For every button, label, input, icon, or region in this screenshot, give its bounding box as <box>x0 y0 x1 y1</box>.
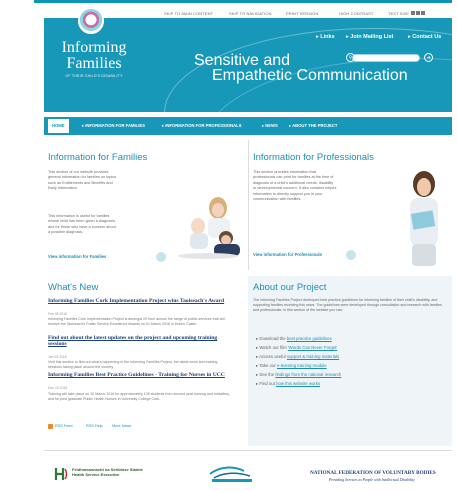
search-input[interactable] <box>352 54 420 62</box>
text-size-large-icon[interactable] <box>421 11 426 15</box>
professionals-text: This section provides information that p… <box>253 170 337 202</box>
logo-title[interactable]: Informing Families <box>50 40 138 72</box>
view-professionals-link[interactable]: View information for Professionals <box>253 252 322 257</box>
about-bullet-1: ▸ Download the best practice guidelines <box>256 336 332 341</box>
contact-us-label: Contact Us <box>412 34 442 40</box>
join-mailing-list-label: Join Mailing List <box>350 34 394 40</box>
about-bullet-3: ▸ Access useful support & training mater… <box>256 354 340 359</box>
families-title: Information for Families <box>48 152 148 163</box>
film-link[interactable]: 'Words Can Never Forget' <box>288 345 337 350</box>
about-bullet-6: ▸ Find out how this website works <box>256 381 321 386</box>
nfvb-logo-title[interactable]: NATIONAL FEDERATION OF VOLUNTARY BODIES <box>310 470 436 476</box>
nav-information-for-professionals[interactable]: ▸ INFORMATION FOR PROFESSIONALS <box>162 117 242 135</box>
nav-label: INFORMATION FOR PROFESSIONALS <box>165 123 242 128</box>
about-bullet-4: ▸ Take our e-learning training module <box>256 363 327 368</box>
hse-logo-icon[interactable] <box>54 466 68 482</box>
professional-photo <box>410 171 438 266</box>
main-nav: HOME ▸ INFORMATION FOR FAMILIES ▸ INFORM… <box>44 117 452 135</box>
hse-line2: Health Service Executive <box>72 472 120 477</box>
nav-label: ABOUT THE PROJECT <box>292 123 338 128</box>
hse-logo-text: Feidhmeannacht na Seirbhíse Sláinte Heal… <box>72 467 143 477</box>
arrow-circle-icon[interactable] <box>156 252 166 262</box>
professionals-title: Information for Professionals <box>253 152 374 163</box>
search-go-button[interactable]: ➜ <box>424 53 433 62</box>
search-icon[interactable]: ⚲ <box>346 53 355 62</box>
bullet-text: Watch our film <box>259 345 288 350</box>
research-findings-link[interactable]: findings from the national research <box>275 372 341 377</box>
print-version-link[interactable]: PRINT VERSION <box>286 11 318 16</box>
links-label: Links <box>320 34 335 40</box>
text-size-control[interactable]: TEXT SIZE <box>388 11 426 16</box>
families-text-1: This section of our website provides gen… <box>48 170 117 191</box>
page: SKIP TO MAIN CONTENT SKIP TO NAVIGATION … <box>34 0 452 491</box>
skip-to-navigation-link[interactable]: SKIP TO NAVIGATION <box>229 11 272 16</box>
logo-tagline: OF THEIR CHILD'S DISABILITY <box>65 74 123 78</box>
news-date-1: Feb 08 2016 <box>48 312 68 316</box>
bullet-text: Take our <box>259 363 277 368</box>
about-bullet-2: ▸ Watch our film 'Words Can Never Forget… <box>256 345 338 350</box>
families-text-2: This information is useful for families … <box>48 214 116 235</box>
text-size-label: TEXT SIZE <box>388 11 410 16</box>
bullet-text: See the <box>259 372 276 377</box>
skip-to-content-link[interactable]: SKIP TO MAIN CONTENT <box>164 11 213 16</box>
whats-new-title: What's New <box>48 282 99 293</box>
news-body-1: Informing Families Cork Implementation P… <box>48 317 225 326</box>
news-body-3: Training will take place on 10 March 201… <box>48 392 230 401</box>
news-date-3: Dec 10 2015 <box>48 386 68 390</box>
nav-label: NEWS <box>265 123 278 128</box>
high-contrast-link[interactable]: HIGH CONTRAST <box>339 11 373 16</box>
about-bullet-5: ▸ See the findings from the national res… <box>256 372 342 377</box>
bullet-text: Find out <box>259 381 277 386</box>
nav-news[interactable]: ▸ NEWS <box>262 117 278 135</box>
rss-feed-link[interactable]: RSS Feed <box>55 424 73 428</box>
news-headline-1[interactable]: Informing Families Cork Implementation P… <box>48 298 228 304</box>
text-size-small-icon[interactable] <box>411 11 416 15</box>
nav-about-the-project[interactable]: ▸ ABOUT THE PROJECT <box>289 117 338 135</box>
bullet-text: Access useful <box>259 354 287 359</box>
text-size-medium-icon[interactable] <box>416 11 421 15</box>
news-headline-2[interactable]: Find out about the latest updates on the… <box>48 335 230 348</box>
bullet-text: Download the <box>259 336 287 341</box>
contact-us-link[interactable]: ▸ Contact Us <box>408 34 441 40</box>
family-photo <box>174 188 242 260</box>
view-families-link[interactable]: View information for Families <box>48 254 106 259</box>
news-body-2: Visit this section to find out what's ha… <box>48 360 218 369</box>
about-title: About our Project <box>253 282 327 293</box>
news-headline-3[interactable]: Informing Families Best Practice Guideli… <box>48 372 230 378</box>
logo-icon[interactable] <box>78 8 104 34</box>
how-website-works-link[interactable]: how this website works <box>276 381 320 386</box>
logo-title-line1: Informing <box>61 39 127 56</box>
nav-home[interactable]: HOME <box>46 117 71 135</box>
nav-label: INFORMATION FOR FAMILIES <box>85 123 145 128</box>
nav-information-for-families[interactable]: ▸ INFORMATION FOR FAMILIES <box>82 117 145 135</box>
rss-icon[interactable] <box>48 424 53 429</box>
slogan-line2: Empathetic Communication <box>212 67 408 84</box>
logo-title-line2: Families <box>66 55 122 72</box>
rss-help-link[interactable]: RSS Help <box>86 424 103 428</box>
about-text: The Informing Families Project developed… <box>253 298 442 312</box>
arrow-circle-icon[interactable] <box>346 250 356 260</box>
join-mailing-list-link[interactable]: ▸ Join Mailing List <box>346 34 393 40</box>
best-practice-guidelines-link[interactable]: best practice guidelines <box>287 336 332 341</box>
news-date-2: Jan 25 2016 <box>48 355 67 359</box>
nfvb-logo-tagline: Providing Services to People with Intell… <box>329 478 415 482</box>
department-logo[interactable] <box>204 462 264 484</box>
more-news-link[interactable]: More News <box>112 424 131 428</box>
support-materials-link[interactable]: support & training materials <box>287 354 339 359</box>
e-learning-link[interactable]: e-learning training module <box>277 363 327 368</box>
links-link[interactable]: ▸ Links <box>316 34 335 40</box>
